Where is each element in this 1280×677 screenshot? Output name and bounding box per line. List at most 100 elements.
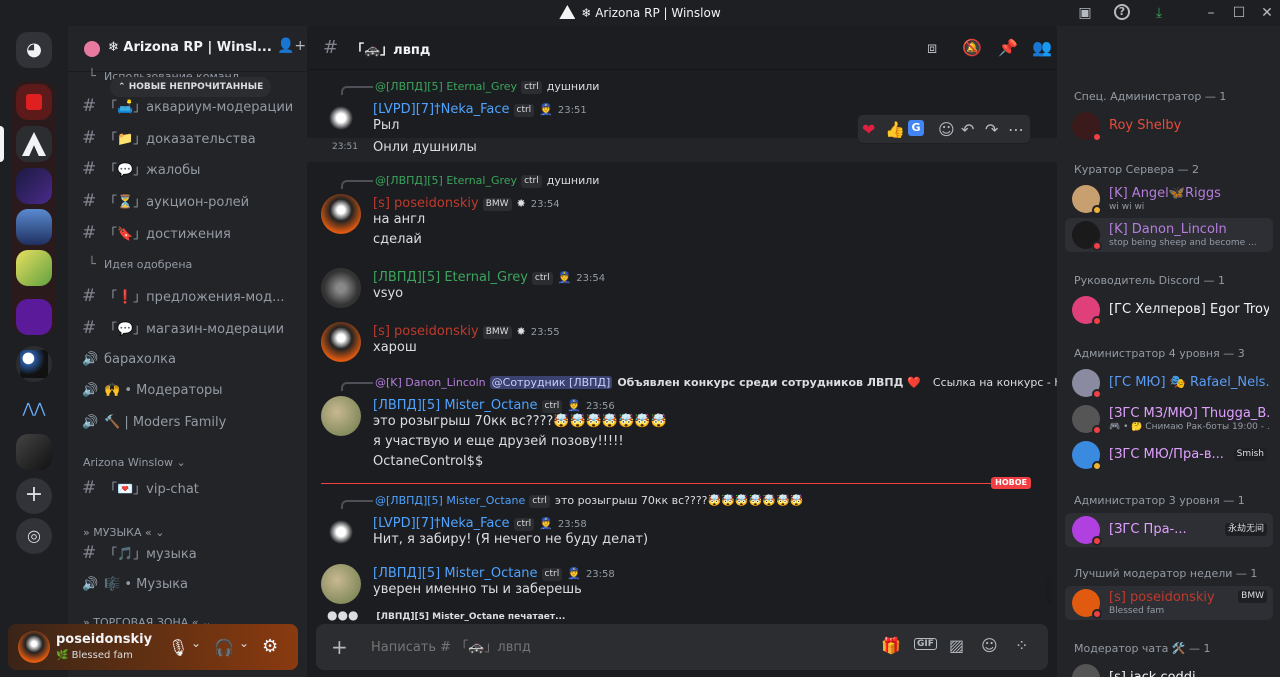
attach-plus-icon[interactable]: + [331,635,348,659]
message-author[interactable]: [ЛВПД][5] Eternal_Grey [373,270,528,285]
channel-item[interactable]: # 「🔖」достижения [82,220,297,246]
server-icon-arizona[interactable] [16,126,52,162]
message[interactable]: @[ЛВПД][5] Eternal_Grey ctrl душнили [s] po… [307,174,1057,254]
thread-item[interactable]: └ Идея одобрена [82,252,297,278]
message[interactable]: [ЛВПД][5] Mister_Octane ctrl 👮 23:58 уверен … [307,562,1057,604]
explore-servers-button[interactable]: ◎ [16,518,52,554]
member-item[interactable]: [K] Danon_Lincoln stop being sheep and be… [1065,218,1273,252]
emoji-icon[interactable]: ☺ [981,636,998,655]
server-icon-yellow[interactable] [16,250,52,286]
invite-people-icon[interactable]: 👤+ [277,38,306,54]
channel-item[interactable]: # 「❗」предложения-мод... [82,283,297,309]
member-item[interactable]: [ЗГС Пра-... 永劫无间 [1065,513,1273,547]
chevron-down-icon[interactable]: ⌄ [248,39,258,53]
heart-reaction-icon[interactable]: ❤ [862,120,875,139]
server-icon-violet[interactable] [16,299,52,335]
translate-icon[interactable]: G [908,120,924,136]
channel-item[interactable]: # 「💌」vip-chat [82,475,297,501]
status-dot [1092,461,1102,471]
chat-scrollbar-thumb[interactable] [1046,578,1052,604]
server-icon-eyes[interactable]: ⋀⋀ [16,391,52,427]
forward-icon[interactable]: ↷ [985,120,998,139]
add-reaction-icon[interactable]: ☺ [938,120,955,139]
category-header[interactable]: Arizona Winslow ⌄ [83,456,186,469]
voice-channel-item[interactable]: 🔊 🙌 • Модераторы [82,378,297,404]
message-input[interactable] [371,634,851,660]
channel-item[interactable]: # 「📁」доказательства [82,125,297,151]
user-avatar[interactable] [321,396,361,436]
message[interactable]: @[K] Danon_Lincoln @Сотрудник [ЛВПД] Объяв… [307,376,1076,476]
channel-item[interactable]: # 「💬」магазин-модерации [82,315,297,341]
server-icon-dark[interactable] [16,434,52,470]
member-item[interactable]: [ГС МЮ] 🎭 Rafael_Nels... [1065,366,1273,400]
member-item[interactable]: [ЗГС МЗ/МЮ] Thugga_B... 🎮 • 🤔 Снимаю Рак-… [1065,402,1273,436]
user-avatar[interactable] [321,194,361,234]
message-author[interactable]: [s] poseidonskiy [373,324,479,339]
audio-settings-chevron-icon[interactable]: ⌄ [239,636,249,650]
server-icon-red[interactable] [16,84,52,120]
message[interactable]: [ЛВПД][5] Eternal_Grey ctrl 👮 23:54 vsyo [307,266,1057,308]
help-icon[interactable]: ? [1114,4,1130,20]
category-header[interactable]: » МУЗЫКА « ⌄ [83,526,164,539]
mute-notifications-icon[interactable]: 🔕 [962,38,982,57]
server-icon-cars[interactable] [16,346,52,382]
server-icon-purple[interactable] [16,168,52,204]
home-button[interactable]: ◕ [16,32,52,68]
typing-dots-icon: ●●● [327,608,359,622]
gear-icon[interactable]: ⚙ [262,636,278,657]
close-window-icon[interactable]: ✕ [1258,4,1276,22]
message-author[interactable]: [LVPD][7]†Neka_Face [373,516,510,531]
message-author[interactable]: [LVPD][7]†Neka_Face [373,102,510,117]
user-avatar[interactable] [321,268,361,308]
member-item[interactable]: [s] poseidonskiy BMW Blessed fam [1065,586,1273,620]
sticker-icon[interactable]: ▨ [949,636,964,655]
reply-icon[interactable]: ↶ [961,120,974,139]
voice-channel-item[interactable]: 🔊 барахолка [82,347,297,373]
add-server-button[interactable]: + [16,478,52,514]
member-item[interactable]: Roy Shelby [1065,109,1273,143]
reply-preview[interactable]: @[ЛВПД][5] Eternal_Grey ctrl душнили [375,174,599,188]
user-avatar[interactable] [321,322,361,362]
member-list-icon[interactable]: 👥 [1032,38,1052,57]
user-avatar[interactable] [321,514,361,554]
download-icon[interactable]: ⤓ [1150,4,1168,22]
message[interactable]: @[ЛВПД][5] Mister_Octane ctrl это розыгрыш… [307,494,1057,554]
minimize-icon[interactable]: – [1202,4,1220,22]
thumbs-up-reaction-icon[interactable]: 👍 [885,120,905,139]
new-unread-banner[interactable]: ⌃ НОВЫЕ НЕПРОЧИТАННЫЕ [110,77,272,97]
threads-icon[interactable]: ⧈ [927,38,937,58]
maximize-icon[interactable]: ☐ [1230,4,1248,22]
channel-item[interactable]: 🔊 🎼 • Музыка [82,572,297,598]
more-options-icon[interactable]: ⋯ [1008,120,1024,139]
microphone-icon[interactable]: 🎙 [168,638,188,657]
member-item[interactable]: [K] Angel🦋Riggs wi wi wi [1065,182,1273,216]
message-author[interactable]: [ЛВПД][5] Mister_Octane [373,566,538,581]
message-composer[interactable]: + 🎁 GIF ▨ ☺ ⁘ [316,624,1048,670]
reply-preview[interactable]: @[K] Danon_Lincoln @Сотрудник [ЛВПД] Объяв… [375,376,1076,389]
role-mention[interactable]: @Сотрудник [ЛВПД] [489,376,613,389]
member-item[interactable]: [ГС Хелперов] Egor Troya... [1065,293,1273,327]
channel-item[interactable]: # 「🎵」музыка [82,540,297,566]
server-icon-blue[interactable] [16,209,52,245]
channel-item[interactable]: # 「💬」жалобы [82,156,297,182]
gif-icon[interactable]: GIF [914,638,937,650]
reply-preview[interactable]: @[ЛВПД][5] Mister_Octane ctrl это розыгрыш… [375,494,803,508]
user-name[interactable]: poseidonskiy [56,632,152,647]
inbox-icon[interactable]: ▣ [1076,4,1094,22]
message[interactable]: [s] poseidonskiy BMW ✸ 23:55 харош [307,320,1057,362]
pinned-messages-icon[interactable]: 📌 [998,38,1018,57]
user-avatar[interactable] [18,631,50,663]
mic-settings-chevron-icon[interactable]: ⌄ [191,636,201,650]
member-item[interactable]: [s] jack coddi [1065,661,1273,677]
apps-icon[interactable]: ⁘ [1015,636,1028,655]
member-item[interactable]: [ЗГС МЮ/Пра-в... Smish [1065,438,1273,472]
voice-channel-item[interactable]: 🔊 🔨 | Moders Family [82,410,297,436]
reply-preview[interactable]: @[ЛВПД][5] Eternal_Grey ctrl душнили [375,80,599,94]
headphones-icon[interactable]: 🎧 [214,638,234,657]
gift-icon[interactable]: 🎁 [881,636,901,655]
message-author[interactable]: [ЛВПД][5] Mister_Octane [373,398,538,413]
channel-item[interactable]: # 「⏳」аукцион-ролей [82,188,297,214]
user-avatar[interactable] [321,564,361,604]
user-avatar[interactable] [321,100,361,140]
message-author[interactable]: [s] poseidonskiy [373,196,479,211]
